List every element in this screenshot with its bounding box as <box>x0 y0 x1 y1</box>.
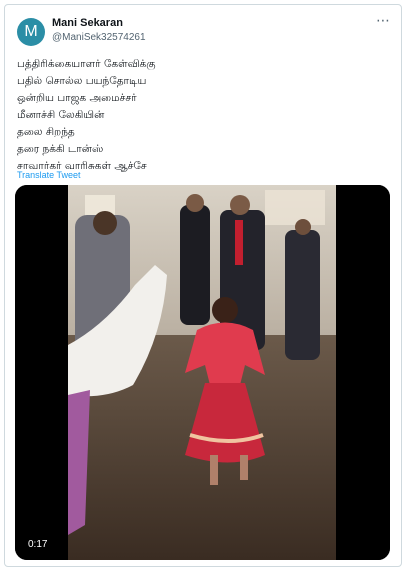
tweet-line: தரை நக்கி டான்ஸ் <box>17 143 104 155</box>
author-name[interactable]: Mani Sekaran <box>52 17 123 29</box>
more-options-icon[interactable]: ⋯ <box>376 13 391 29</box>
video-player[interactable]: 0:17 <box>15 185 390 560</box>
avatar[interactable]: M <box>17 18 45 46</box>
tweet-line: மீனாச்சி லேகியின் <box>17 109 105 121</box>
video-frame <box>15 185 390 560</box>
tweet-line: தலை சிறந்த <box>17 126 75 138</box>
tweet-line: பதில் சொல்ல பயந்தோடிய <box>17 75 147 87</box>
video-timestamp: 0:17 <box>23 537 53 552</box>
tweet-line: ஒன்றிய பாஜக அமைச்சர் <box>17 92 137 104</box>
translate-tweet-link[interactable]: Translate Tweet <box>17 170 81 180</box>
tweet-line: பத்திரிக்கையாளர் கேள்விக்கு <box>17 58 156 70</box>
tweet-text: பத்திரிக்கையாளர் கேள்விக்கு பதில் சொல்ல … <box>17 56 387 175</box>
author-handle[interactable]: @ManiSek32574261 <box>52 32 146 43</box>
